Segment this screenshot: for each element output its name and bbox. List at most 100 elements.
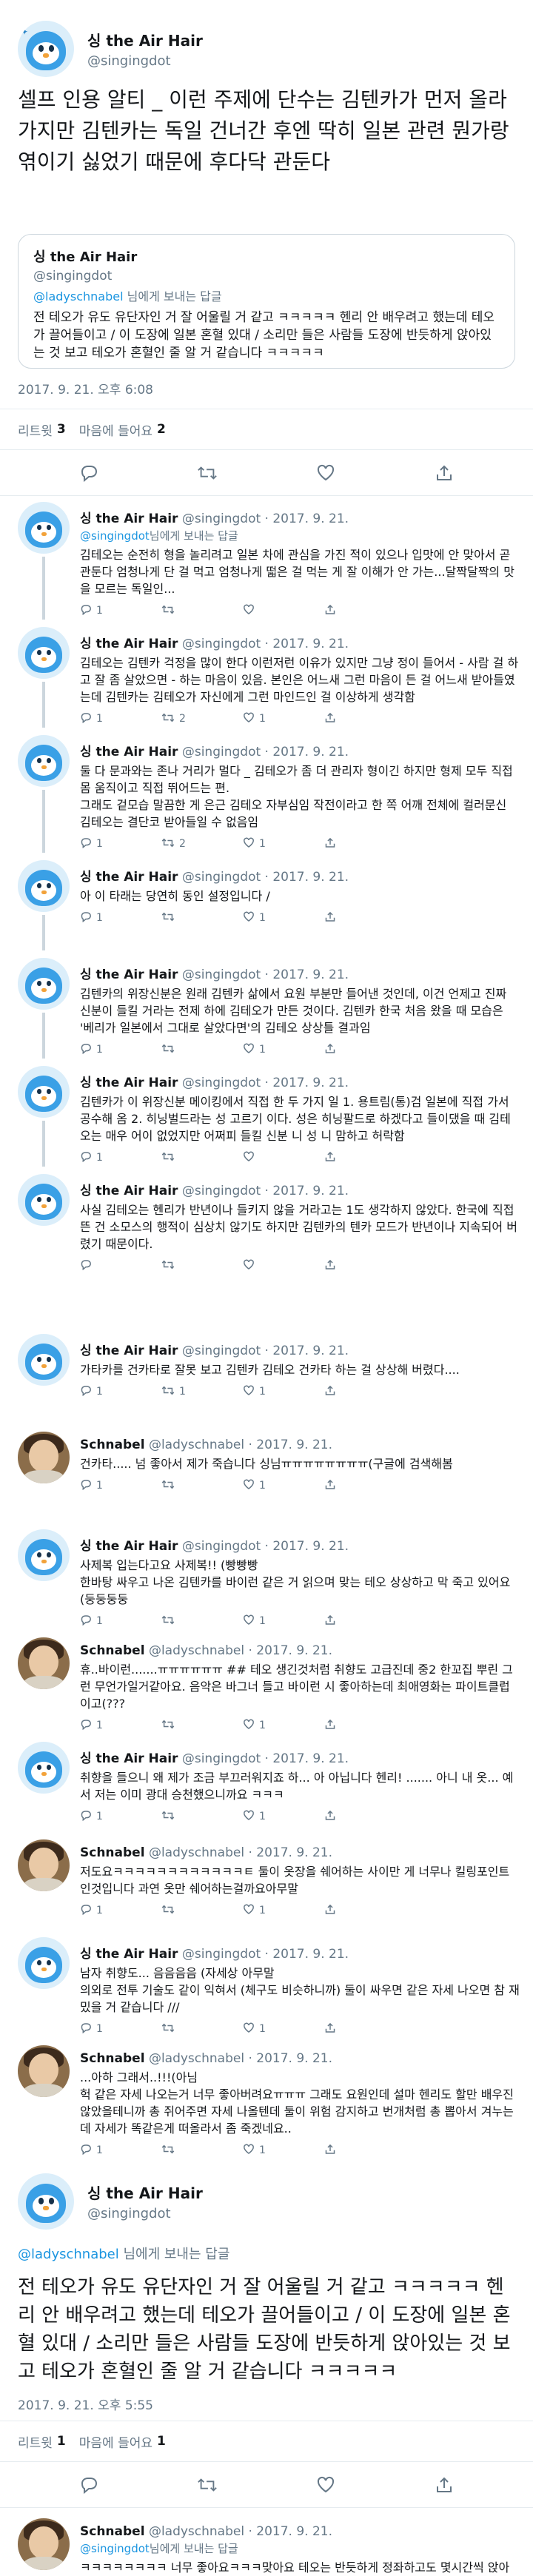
reply-to-link[interactable]: @singingdot <box>80 2542 150 2555</box>
display-name[interactable]: 싱 the Air Hair <box>80 1184 178 1198</box>
retweet-button[interactable]: 2 <box>161 712 243 726</box>
display-name[interactable]: 싱 the Air Hair <box>80 637 178 651</box>
reply-button[interactable]: 1 <box>80 2144 161 2158</box>
display-name[interactable]: 싱 the Air Hair <box>80 511 178 526</box>
display-name[interactable]: 싱 the Air Hair <box>80 1076 178 1090</box>
share-button[interactable] <box>324 837 354 851</box>
display-name[interactable]: 싱 the Air Hair <box>87 29 203 50</box>
retweet-button[interactable]: 2 <box>161 837 243 851</box>
share-button[interactable] <box>324 604 354 618</box>
like-button[interactable] <box>243 604 324 618</box>
display-name[interactable]: Schnabel <box>80 2051 145 2066</box>
avatar[interactable] <box>18 860 70 912</box>
avatar[interactable] <box>18 1637 70 1689</box>
reply-to-link[interactable]: @ladyschnabel <box>18 2247 119 2262</box>
user-handle[interactable]: @singingdot <box>87 2206 203 2221</box>
share-button[interactable] <box>324 2144 354 2158</box>
share-button[interactable] <box>324 1719 354 1733</box>
avatar[interactable] <box>18 1839 70 1891</box>
avatar[interactable] <box>18 958 70 1010</box>
display-name[interactable]: 싱 the Air Hair <box>80 1947 178 1962</box>
share-button[interactable] <box>324 1479 354 1493</box>
avatar[interactable] <box>18 2045 70 2097</box>
reply-to-link[interactable]: @singingdot <box>80 529 150 543</box>
reply-button[interactable]: 1 <box>80 911 161 925</box>
display-name[interactable]: Schnabel <box>80 1438 145 1452</box>
reply-tweet[interactable]: 싱 the Air Hair @singingdot · 2017. 9. 21… <box>0 1529 533 1637</box>
like-button[interactable]: 1 <box>243 1614 324 1629</box>
retweet-button[interactable] <box>161 1719 243 1733</box>
retweet-button[interactable] <box>161 2144 243 2158</box>
retweet-button[interactable] <box>161 1904 243 1918</box>
avatar[interactable] <box>18 1066 70 1118</box>
reply-button[interactable]: 1 <box>80 604 161 618</box>
display-name[interactable]: 싱 the Air Hair <box>80 870 178 885</box>
like-count[interactable]: 1 <box>157 2434 166 2449</box>
share-button[interactable] <box>324 712 354 726</box>
display-name[interactable]: 싱 the Air Hair <box>80 967 178 982</box>
reply-button[interactable]: 1 <box>80 1614 161 1629</box>
retweet-icon[interactable] <box>197 463 218 483</box>
like-button[interactable] <box>243 1259 324 1273</box>
share-button[interactable] <box>324 1904 354 1918</box>
like-button[interactable]: 1 <box>243 1385 324 1399</box>
display-name[interactable]: 싱 the Air Hair <box>80 1344 178 1358</box>
like-button[interactable]: 1 <box>243 837 324 851</box>
reply-tweet[interactable]: Schnabel @ladyschnabel · 2017. 9. 21. 휴..… <box>0 1637 533 1742</box>
retweet-button[interactable] <box>161 2022 243 2036</box>
reply-button[interactable]: 1 <box>80 837 161 851</box>
share-icon[interactable] <box>434 2475 455 2495</box>
display-name[interactable]: 싱 the Air Hair <box>80 1751 178 1766</box>
retweet-button[interactable] <box>161 1810 243 1824</box>
reply-tweet[interactable]: 싱 the Air Hair @singingdot · 2017. 9. 21… <box>0 860 533 958</box>
reply-tweet[interactable]: 싱 the Air Hair @singingdot · 2017. 9. 21… <box>0 1334 533 1432</box>
reply-tweet[interactable]: 싱 the Air Hair @singingdot · 2017. 9. 21… <box>0 735 533 860</box>
avatar[interactable] <box>18 627 70 679</box>
retweet-button[interactable] <box>161 911 243 925</box>
share-button[interactable] <box>324 1151 354 1165</box>
reply-button[interactable]: 1 <box>80 1151 161 1165</box>
retweet-count[interactable]: 3 <box>57 422 66 437</box>
avatar[interactable] <box>18 2173 74 2230</box>
avatar[interactable] <box>18 502 70 554</box>
share-button[interactable] <box>324 1259 354 1273</box>
retweet-button[interactable] <box>161 1151 243 1165</box>
reply-button[interactable]: 1 <box>80 1719 161 1733</box>
retweet-count[interactable]: 1 <box>57 2434 66 2449</box>
avatar[interactable] <box>18 1432 70 1483</box>
reply-tweet[interactable]: 싱 the Air Hair @singingdot · 2017. 9. 21… <box>0 1937 533 2045</box>
share-button[interactable] <box>324 1385 354 1399</box>
retweet-icon[interactable] <box>197 2475 218 2495</box>
heart-icon[interactable] <box>315 2475 336 2495</box>
reply-tweet[interactable]: Schnabel @ladyschnabel · 2017. 9. 21....… <box>0 2045 533 2167</box>
like-button[interactable]: 1 <box>243 911 324 925</box>
reply-button[interactable] <box>80 1259 161 1273</box>
avatar[interactable] <box>18 735 70 787</box>
reply-tweet[interactable]: 싱 the Air Hair @singingdot · 2017. 9. 21… <box>0 502 533 627</box>
like-button[interactable]: 1 <box>243 2144 324 2158</box>
reply-button[interactable]: 1 <box>80 1479 161 1493</box>
reply-button[interactable]: 1 <box>80 712 161 726</box>
display-name[interactable]: 싱 the Air Hair <box>87 2181 203 2203</box>
reply-tweet[interactable]: 싱 the Air Hair @singingdot · 2017. 9. 21… <box>0 1066 533 1174</box>
display-name[interactable]: 싱 the Air Hair <box>80 1539 178 1554</box>
retweet-button[interactable] <box>161 1043 243 1057</box>
display-name[interactable]: 싱 the Air Hair <box>80 745 178 759</box>
like-button[interactable] <box>243 1151 324 1165</box>
quoted-tweet[interactable]: 싱 the Air Hair @singingdot @ladyschnabel… <box>18 234 515 369</box>
reply-tweet[interactable]: Schnabel @ladyschnabel · 2017. 9. 21. 저도요… <box>0 1839 533 1937</box>
reply-tweet[interactable]: 싱 the Air Hair @singingdot · 2017. 9. 21… <box>0 627 533 735</box>
retweet-button[interactable] <box>161 1479 243 1493</box>
like-button[interactable]: 1 <box>243 2022 324 2036</box>
share-button[interactable] <box>324 1043 354 1057</box>
avatar[interactable] <box>18 1529 70 1581</box>
like-button[interactable]: 1 <box>243 712 324 726</box>
reply-button[interactable]: 1 <box>80 1810 161 1824</box>
retweet-button[interactable] <box>161 1259 243 1273</box>
avatar[interactable] <box>18 1174 70 1226</box>
reply-to-link[interactable]: @ladyschnabel <box>33 289 124 303</box>
avatar[interactable] <box>18 1742 70 1794</box>
reply-tweet[interactable]: 싱 the Air Hair @singingdot · 2017. 9. 21… <box>0 1174 533 1282</box>
avatar[interactable] <box>18 2518 70 2570</box>
display-name[interactable]: Schnabel <box>80 1845 145 1860</box>
